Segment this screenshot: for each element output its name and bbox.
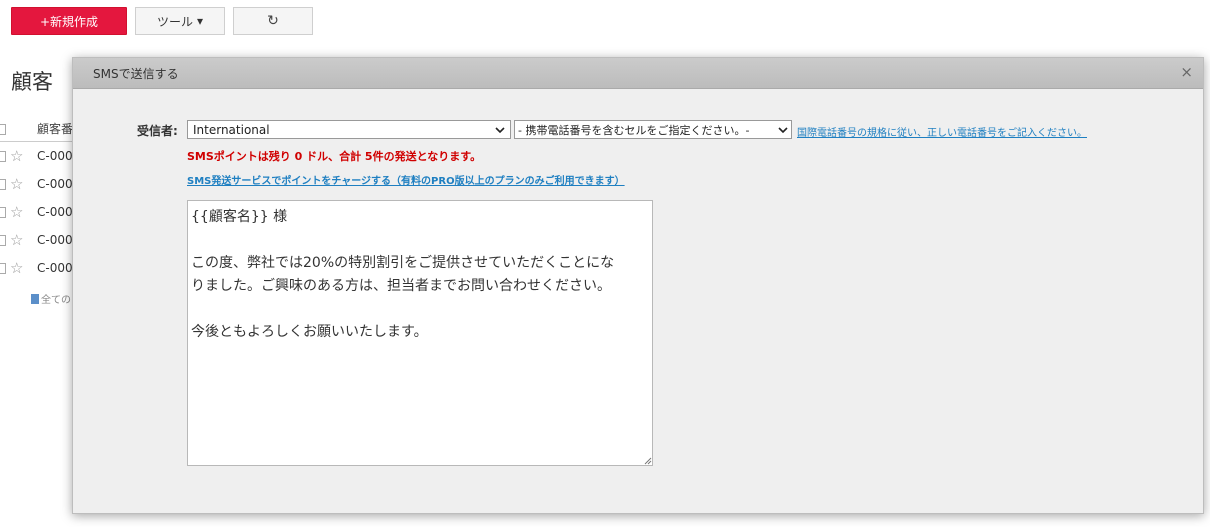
document-icon bbox=[31, 293, 39, 304]
row-id: C-000 bbox=[37, 205, 73, 219]
table-header: 顧客番 bbox=[0, 116, 80, 142]
chevron-down-icon bbox=[777, 124, 789, 136]
table-row[interactable]: ☆ C-000 bbox=[0, 142, 80, 170]
table-row[interactable]: ☆ C-000 bbox=[0, 198, 80, 226]
all-records-link[interactable]: 全ての bbox=[31, 291, 71, 306]
row-checkbox[interactable] bbox=[0, 234, 6, 246]
sms-dialog: SMSで送信する × 受信者: International - 携帯電話番号を含… bbox=[72, 57, 1204, 514]
row-checkbox[interactable] bbox=[0, 150, 6, 162]
column-header-customer-no[interactable]: 顧客番 bbox=[37, 120, 73, 137]
country-select-value: International bbox=[193, 122, 270, 137]
toolbar: +新規作成 ツール ▾ ↻ bbox=[11, 7, 313, 35]
dialog-header[interactable]: SMSで送信する × bbox=[73, 58, 1203, 89]
sms-points-warning: SMSポイントは残り 0 ドル、合計 5件の発送となります。 bbox=[187, 150, 482, 163]
recipient-label: 受信者: bbox=[137, 124, 178, 138]
all-records-label: 全ての bbox=[41, 295, 71, 306]
tools-button-label: ツール bbox=[156, 14, 193, 29]
chevron-down-icon bbox=[494, 124, 506, 136]
star-icon[interactable]: ☆ bbox=[10, 175, 23, 193]
phone-column-select-value: - 携帯電話番号を含むセルをご指定ください。- bbox=[518, 123, 750, 137]
phone-column-select[interactable]: - 携帯電話番号を含むセルをご指定ください。- bbox=[514, 120, 792, 139]
row-checkbox[interactable] bbox=[0, 206, 6, 218]
customer-table: 顧客番 ☆ C-000 ☆ C-000 ☆ C-000 ☆ C-000 ☆ C-… bbox=[0, 116, 80, 306]
resize-grip-icon[interactable] bbox=[643, 456, 652, 465]
row-id: C-000 bbox=[37, 149, 73, 163]
refresh-icon: ↻ bbox=[267, 13, 279, 29]
caret-down-icon: ▾ bbox=[196, 14, 204, 28]
page-title: 顧客 bbox=[11, 70, 53, 94]
row-id: C-000 bbox=[37, 177, 73, 191]
intl-number-format-link[interactable]: 国際電話番号の規格に従い、正しい電話番号をご記入ください。 bbox=[797, 124, 1087, 139]
row-checkbox[interactable] bbox=[0, 178, 6, 190]
table-row[interactable]: ☆ C-000 bbox=[0, 170, 80, 198]
charge-points-link[interactable]: SMS発送サービスでポイントをチャージする（有料のPRO版以上のプランのみご利用… bbox=[187, 172, 625, 187]
star-icon[interactable]: ☆ bbox=[10, 259, 23, 277]
message-textarea[interactable]: {{顧客名}} 様 この度、弊社では20%の特別割引をご提供させていただくことに… bbox=[187, 200, 653, 466]
table-row[interactable]: ☆ C-000 bbox=[0, 226, 80, 254]
row-checkbox[interactable] bbox=[0, 262, 6, 274]
table-row[interactable]: ☆ C-000 bbox=[0, 254, 80, 282]
dialog-title: SMSで送信する bbox=[93, 66, 179, 81]
tools-button[interactable]: ツール ▾ bbox=[135, 7, 225, 35]
country-select[interactable]: International bbox=[187, 120, 511, 139]
dialog-body: 受信者: International - 携帯電話番号を含むセルをご指定ください… bbox=[73, 89, 1203, 513]
new-button[interactable]: +新規作成 bbox=[11, 7, 127, 35]
star-icon[interactable]: ☆ bbox=[10, 231, 23, 249]
close-icon[interactable]: × bbox=[1180, 65, 1193, 80]
row-id: C-000 bbox=[37, 261, 73, 275]
star-icon[interactable]: ☆ bbox=[10, 147, 23, 165]
select-all-checkbox[interactable] bbox=[0, 124, 6, 135]
refresh-button[interactable]: ↻ bbox=[233, 7, 313, 35]
star-icon[interactable]: ☆ bbox=[10, 203, 23, 221]
row-id: C-000 bbox=[37, 233, 73, 247]
